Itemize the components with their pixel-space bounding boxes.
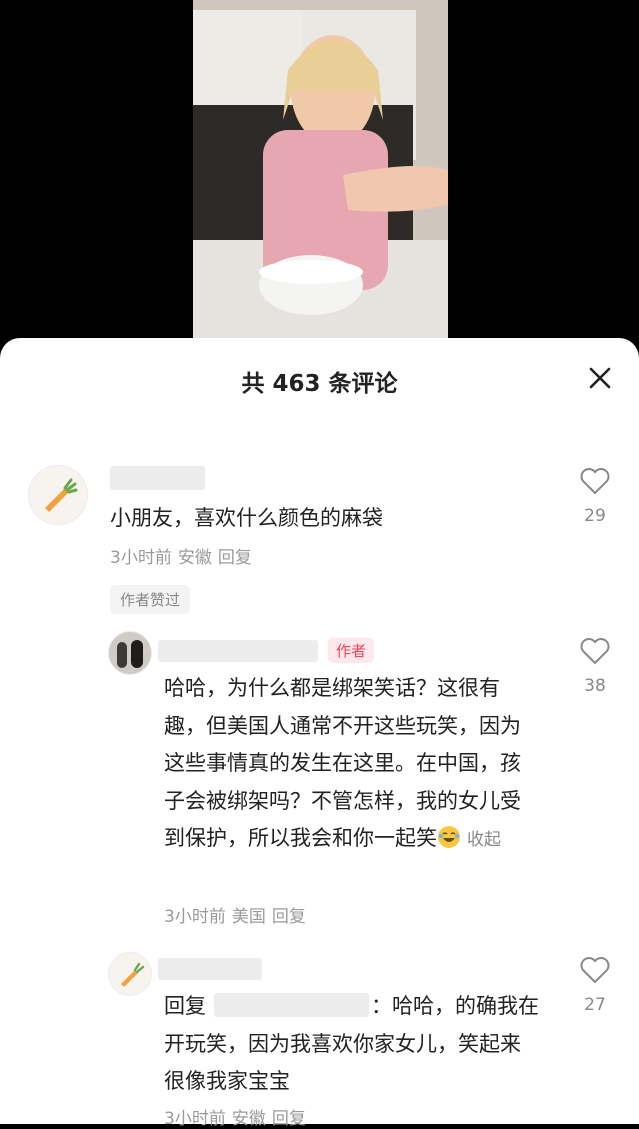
- author-tag: 作者: [328, 638, 375, 663]
- comment-location: 安徽: [177, 548, 212, 568]
- heart-icon: [580, 468, 610, 495]
- comment-location: 美国: [231, 907, 266, 927]
- comment-meta: 3小时前 安徽 回复: [164, 1104, 312, 1129]
- reply-link[interactable]: 回复: [272, 907, 306, 927]
- like-count: 29: [584, 506, 606, 526]
- author-avatar[interactable]: [108, 631, 152, 675]
- reply-link[interactable]: 回复: [218, 548, 252, 568]
- comment-location: 安徽: [231, 1109, 266, 1129]
- like-count: 27: [584, 995, 606, 1015]
- comment-time: 3小时前: [164, 907, 226, 927]
- comments-sheet: 共 463 条评论 小朋友，喜欢什么颜色的麻袋 3小时前 安徽 回复 作者赞过 29…: [0, 338, 639, 1129]
- carrot-avatar[interactable]: [108, 952, 152, 996]
- comment-text: 哈哈，为什么都是绑架笑话？这很有趣，但美国人通常不开这些玩笑，因为这些事情真的发…: [164, 676, 521, 850]
- comment-text-block: 哈哈，为什么都是绑架笑话？这很有趣，但美国人通常不开这些玩笑，因为这些事情真的发…: [164, 670, 540, 860]
- comment-meta: 3小时前 美国 回复: [164, 902, 312, 927]
- video-frame: [193, 0, 448, 345]
- video-preview[interactable]: [193, 0, 448, 345]
- comment-text-block: 回复 ：哈哈，的确我在开玩笑，因为我喜欢你家女儿，笑起来很像我家宝宝: [164, 988, 540, 1101]
- username-redacted: [110, 466, 205, 490]
- collapse-link[interactable]: 收起: [467, 830, 501, 850]
- comment-time: 3小时前: [110, 548, 172, 568]
- like-button[interactable]: 29: [579, 466, 611, 526]
- like-button[interactable]: 38: [579, 636, 611, 696]
- username-redacted: [158, 640, 318, 662]
- like-count: 38: [584, 676, 606, 696]
- like-button[interactable]: 27: [579, 955, 611, 1015]
- carrot-avatar[interactable]: [28, 465, 88, 525]
- author-liked-badge: 作者赞过: [110, 585, 191, 614]
- heart-icon: [580, 638, 610, 665]
- comment-meta: 3小时前 安徽 回复: [110, 543, 258, 568]
- comment-time: 3小时前: [164, 1109, 226, 1129]
- laugh-emoji: [437, 824, 461, 848]
- heart-icon: [580, 957, 610, 984]
- reply-prefix: 回复: [164, 994, 206, 1018]
- comment-text: 小朋友，喜欢什么颜色的麻袋: [110, 506, 383, 530]
- comment-count-title: 共 463 条评论: [241, 371, 398, 397]
- reply-target-redacted: [214, 993, 369, 1017]
- close-icon[interactable]: [585, 363, 615, 393]
- username-redacted: [158, 958, 262, 980]
- reply-link[interactable]: 回复: [272, 1109, 306, 1129]
